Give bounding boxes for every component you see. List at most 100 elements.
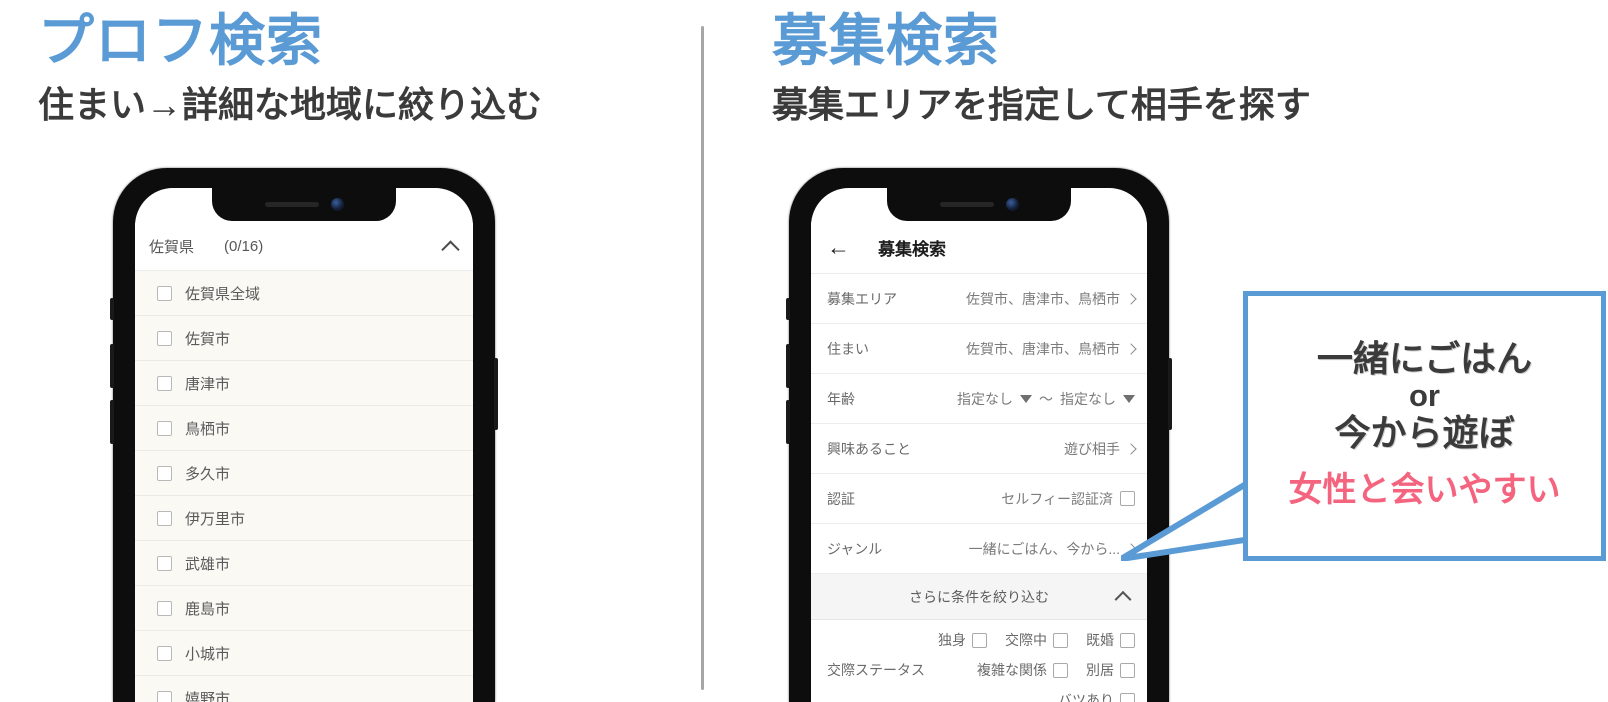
left-panel-subtitle: 住まい→詳細な地域に絞り込む bbox=[38, 83, 543, 125]
filter-row[interactable]: 興味あること 遊び相手 bbox=[811, 424, 1147, 474]
status-option-line: バツあり bbox=[1058, 690, 1135, 702]
status-option-checkbox[interactable] bbox=[1053, 662, 1068, 678]
prefecture-selected-count: (0/16) bbox=[224, 238, 264, 255]
city-checkbox[interactable] bbox=[157, 510, 172, 526]
filter-label: 住まい bbox=[827, 340, 869, 357]
city-list-item[interactable]: 多久市 bbox=[135, 451, 473, 496]
filter-row[interactable]: 認証 セルフィー認証済 bbox=[811, 474, 1147, 524]
left-phone-screen: 佐賀県 (0/16) 佐賀県全域佐賀市唐津市鳥栖市多久市伊万里市武雄市鹿島市小城… bbox=[135, 188, 473, 702]
chevron-down-icon[interactable] bbox=[1020, 394, 1032, 403]
filter-value-group: 指定なし〜指定なし bbox=[957, 389, 1135, 409]
status-option-label: 既婚 bbox=[1086, 632, 1114, 648]
city-checkbox-list: 佐賀県全域佐賀市唐津市鳥栖市多久市伊万里市武雄市鹿島市小城市嬉野市 bbox=[135, 271, 473, 702]
expand-more-filters-row[interactable]: さらに条件を絞り込む bbox=[811, 574, 1147, 620]
filter-row[interactable]: ジャンル 一緒にごはん、今から... bbox=[811, 524, 1147, 574]
city-checkbox[interactable] bbox=[157, 285, 172, 301]
filter-label: 年齢 bbox=[827, 390, 855, 407]
status-option-checkbox[interactable] bbox=[1053, 632, 1068, 648]
city-checkbox[interactable] bbox=[157, 690, 172, 702]
city-checkbox[interactable] bbox=[157, 555, 172, 571]
earpiece-speaker-icon bbox=[939, 202, 994, 207]
status-option-checkbox[interactable] bbox=[1120, 632, 1135, 648]
chevron-up-icon[interactable] bbox=[1114, 590, 1132, 608]
status-option-checkbox[interactable] bbox=[972, 632, 987, 648]
callout-line-3: 今から遊ぼ bbox=[1334, 412, 1515, 454]
filter-label: 募集エリア bbox=[827, 290, 897, 307]
right-panel-heading: 募集検索 募集エリアを指定して相手を探す bbox=[772, 11, 1311, 124]
city-checkbox[interactable] bbox=[157, 600, 172, 616]
city-list-item[interactable]: 武雄市 bbox=[135, 541, 473, 586]
callout-content: 一緒にごはん or 今から遊ぼ 女性と会いやすい bbox=[1243, 291, 1606, 561]
volume-up-button[interactable] bbox=[110, 344, 114, 388]
relationship-status-row: 交際ステータス 独身 交際中 既婚複雑な関係 別居バツあり bbox=[811, 620, 1147, 702]
city-label: 多久市 bbox=[185, 465, 231, 483]
city-list-item[interactable]: 唐津市 bbox=[135, 361, 473, 406]
search-filter-rows: 募集エリア 佐賀市、唐津市、鳥栖市 住まい 佐賀市、唐津市、鳥栖市 年齢 指定なし〜指定な… bbox=[811, 274, 1147, 574]
volume-up-button[interactable] bbox=[786, 344, 790, 388]
left-phone-mockup: 佐賀県 (0/16) 佐賀県全域佐賀市唐津市鳥栖市多久市伊万里市武雄市鹿島市小城… bbox=[110, 168, 498, 702]
city-checkbox[interactable] bbox=[157, 375, 172, 391]
status-option-label: 別居 bbox=[1086, 662, 1114, 678]
city-checkbox[interactable] bbox=[157, 330, 172, 346]
prefecture-header-row[interactable]: 佐賀県 (0/16) bbox=[135, 223, 473, 271]
relationship-status-options: 独身 交際中 既婚複雑な関係 別居バツあり bbox=[938, 630, 1135, 702]
left-panel-heading: プロフ検索 住まい→詳細な地域に絞り込む bbox=[38, 9, 543, 125]
status-option-checkbox[interactable] bbox=[1120, 692, 1135, 702]
volume-down-button[interactable] bbox=[786, 400, 790, 444]
filter-value: 佐賀市、唐津市、鳥栖市 bbox=[966, 290, 1120, 307]
callout-line-1: 一緒にごはん bbox=[1316, 337, 1533, 379]
power-button[interactable] bbox=[494, 358, 498, 430]
city-list-item[interactable]: 鹿島市 bbox=[135, 586, 473, 631]
city-label: 鹿島市 bbox=[185, 600, 231, 618]
city-label: 武雄市 bbox=[185, 555, 231, 573]
status-option[interactable]: 独身 bbox=[938, 630, 987, 650]
silent-switch[interactable] bbox=[110, 298, 114, 320]
city-label: 佐賀市 bbox=[185, 330, 231, 348]
filter-row[interactable]: 年齢 指定なし〜指定なし bbox=[811, 374, 1147, 424]
volume-down-button[interactable] bbox=[110, 400, 114, 444]
city-checkbox[interactable] bbox=[157, 420, 172, 436]
callout-highlight: 女性と会いやすい bbox=[1288, 470, 1561, 509]
filter-row[interactable]: 住まい 佐賀市、唐津市、鳥栖市 bbox=[811, 324, 1147, 374]
phone-notch bbox=[212, 188, 396, 221]
city-label: 佐賀県全域 bbox=[185, 285, 261, 303]
status-option-line: 複雑な関係 別居 bbox=[977, 660, 1135, 680]
arrow-left-icon[interactable]: ← bbox=[827, 236, 850, 259]
filter-row[interactable]: 募集エリア 佐賀市、唐津市、鳥栖市 bbox=[811, 274, 1147, 324]
city-label: 嬉野市 bbox=[185, 690, 231, 702]
city-list-item[interactable]: 嬉野市 bbox=[135, 676, 473, 702]
status-option-checkbox[interactable] bbox=[1120, 662, 1135, 678]
status-option-label: 交際中 bbox=[1005, 632, 1047, 648]
city-checkbox[interactable] bbox=[157, 645, 172, 661]
silent-switch[interactable] bbox=[786, 298, 790, 320]
city-checkbox[interactable] bbox=[157, 465, 172, 481]
filter-value: セルフィー認証済 bbox=[1001, 490, 1113, 507]
city-list-item[interactable]: 伊万里市 bbox=[135, 496, 473, 541]
status-option[interactable]: 別居 bbox=[1086, 660, 1135, 680]
status-option[interactable]: 複雑な関係 bbox=[977, 660, 1068, 680]
filter-value-group: 一緒にごはん、今から... bbox=[969, 539, 1137, 559]
right-phone-mockup: ← 募集検索 募集エリア 佐賀市、唐津市、鳥栖市 住まい 佐賀市、唐津市、鳥栖市 年齢指… bbox=[786, 168, 1172, 702]
callout-bubble: 一緒にごはん or 今から遊ぼ 女性と会いやすい bbox=[1121, 291, 1606, 561]
city-label: 鳥栖市 bbox=[185, 420, 231, 438]
status-option[interactable]: 既婚 bbox=[1086, 630, 1135, 650]
city-list-item[interactable]: 佐賀市 bbox=[135, 316, 473, 361]
age-to-value[interactable]: 指定なし bbox=[1060, 389, 1116, 409]
earpiece-speaker-icon bbox=[264, 202, 319, 207]
status-option[interactable]: バツあり bbox=[1058, 690, 1135, 702]
left-panel-title: プロフ検索 bbox=[38, 9, 323, 72]
slide-canvas: プロフ検索 住まい→詳細な地域に絞り込む 募集検索 募集エリアを指定して相手を探… bbox=[0, 0, 1608, 702]
status-option[interactable]: 交際中 bbox=[1005, 630, 1068, 650]
filter-label: 興味あること bbox=[827, 440, 911, 457]
relationship-status-label: 交際ステータス bbox=[827, 662, 925, 678]
status-option-line: 独身 交際中 既婚 bbox=[938, 630, 1135, 650]
callout-pointer-tail bbox=[1121, 477, 1251, 561]
city-list-item[interactable]: 鳥栖市 bbox=[135, 406, 473, 451]
filter-value-group: 佐賀市、唐津市、鳥栖市 bbox=[966, 289, 1137, 309]
city-list-item[interactable]: 佐賀県全域 bbox=[135, 271, 473, 316]
status-option-label: バツあり bbox=[1058, 692, 1114, 702]
city-list-item[interactable]: 小城市 bbox=[135, 631, 473, 676]
front-camera-icon bbox=[330, 198, 344, 211]
age-from-value[interactable]: 指定なし bbox=[957, 389, 1013, 409]
chevron-up-icon[interactable] bbox=[441, 239, 460, 259]
